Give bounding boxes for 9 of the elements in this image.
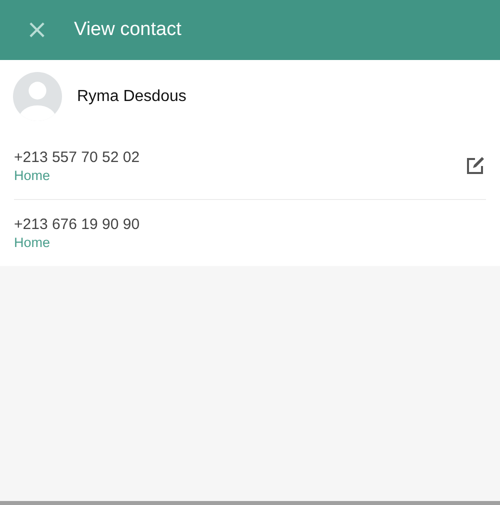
edit-icon[interactable] [465,156,485,176]
phone-number: +213 557 70 52 02 [14,149,140,166]
phone-type-label: Home [14,235,52,250]
phone-number: +213 676 19 90 90 [14,216,140,233]
window-title: View contact [74,19,182,41]
avatar-icon [13,72,62,121]
phone-type-label: Home [14,168,52,183]
close-button[interactable]: × [25,17,49,43]
contact-name: Ryma Desdous [77,88,186,106]
